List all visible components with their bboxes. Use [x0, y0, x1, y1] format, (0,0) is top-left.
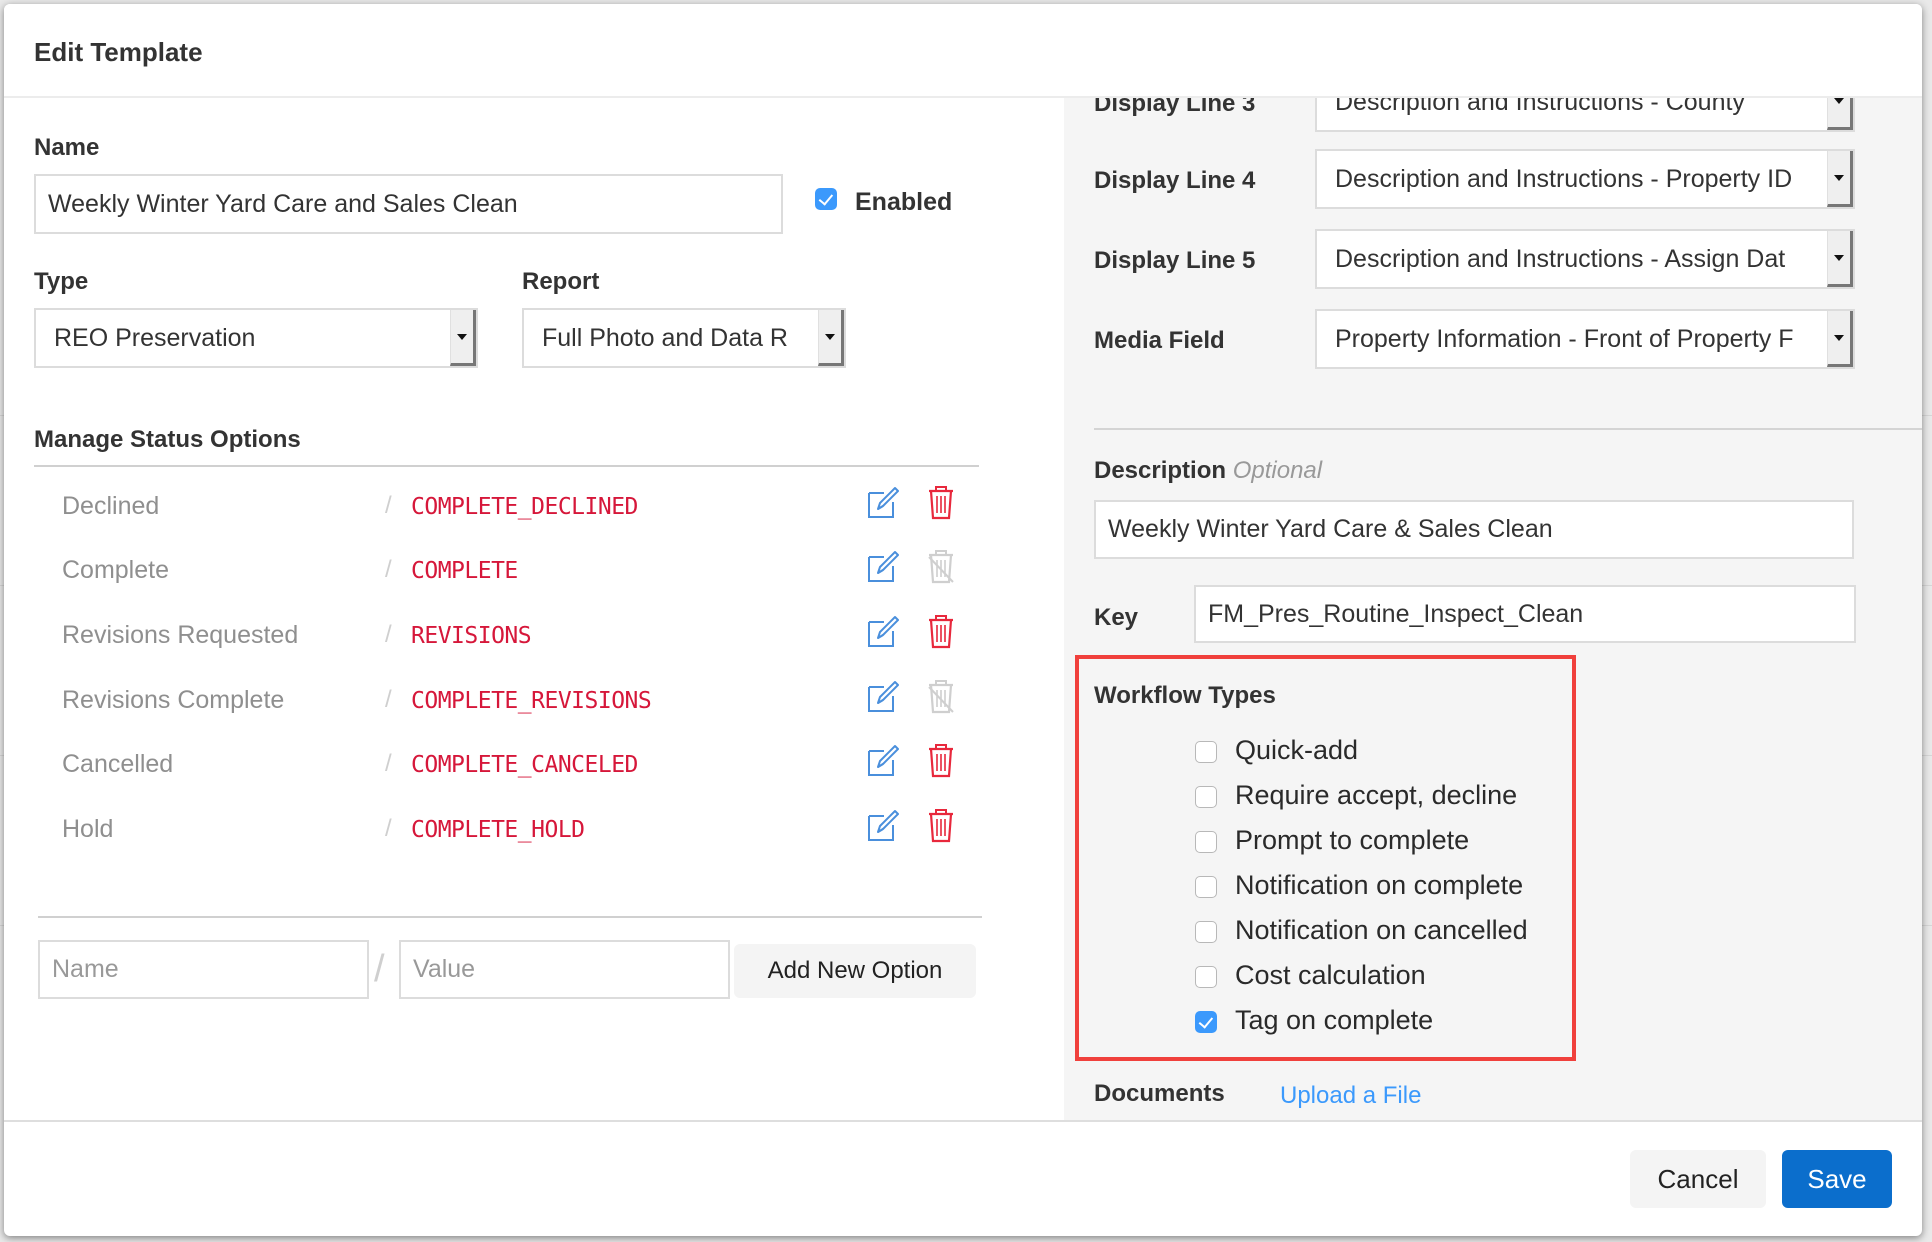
description-input[interactable]: Weekly Winter Yard Care & Sales Clean: [1094, 500, 1854, 559]
edit-icon[interactable]: [866, 807, 900, 843]
display-line-value: Description and Instructions - Assign Da…: [1335, 244, 1786, 273]
modal-title: Edit Template: [34, 37, 203, 67]
name-value: Weekly Winter Yard Care and Sales Clean: [48, 189, 518, 218]
status-option-value: COMPLETE_HOLD: [411, 817, 585, 843]
workflow-type-label: Cost calculation: [1235, 960, 1426, 990]
display-line-select[interactable]: Property Information - Front of Property…: [1315, 309, 1855, 369]
workflow-type-checkbox[interactable]: [1195, 876, 1217, 898]
workflow-type-checkbox[interactable]: [1195, 831, 1217, 853]
display-line-select[interactable]: Description and Instructions - Property …: [1315, 149, 1855, 209]
status-bottom-divider: [38, 916, 982, 918]
type-label: Type: [34, 268, 89, 295]
status-option-name: Hold: [62, 815, 114, 843]
chevron-down-icon[interactable]: [1827, 231, 1853, 287]
workflow-type-label: Prompt to complete: [1235, 825, 1470, 855]
separator-slash: /: [385, 556, 392, 583]
name-input[interactable]: Weekly Winter Yard Care and Sales Clean: [34, 174, 783, 234]
trash-icon[interactable]: [926, 613, 960, 649]
description-label-text: Description: [1094, 457, 1227, 484]
status-option-value: COMPLETE: [411, 558, 518, 584]
display-line-value: Property Information - Front of Property…: [1335, 324, 1794, 353]
workflow-type-label: Tag on complete: [1235, 1005, 1434, 1035]
status-option-name: Cancelled: [62, 750, 174, 778]
name-label: Name: [34, 134, 100, 161]
chevron-down-icon[interactable]: [1827, 151, 1853, 207]
edit-template-modal: Display Line 3 Description and Instructi…: [4, 4, 1922, 1236]
description-value: Weekly Winter Yard Care & Sales Clean: [1108, 515, 1553, 543]
right-divider: [1094, 428, 1922, 430]
description-label: Description Optional: [1094, 457, 1322, 485]
trash-icon[interactable]: [926, 807, 960, 843]
enabled-checkbox[interactable]: [815, 188, 837, 210]
edit-icon[interactable]: [866, 548, 900, 584]
status-option-value: REVISIONS: [411, 623, 532, 649]
value-placeholder: Value: [413, 955, 476, 983]
workflow-type-checkbox[interactable]: [1195, 921, 1217, 943]
separator-slash: /: [385, 750, 392, 777]
workflow-type-label: Quick-add: [1235, 735, 1359, 765]
separator-slash: /: [385, 815, 392, 842]
modal-header: Edit Template: [4, 4, 1922, 98]
display-line-value: Description and Instructions - Property …: [1335, 164, 1793, 193]
display-line-label: Display Line 5: [1094, 247, 1256, 274]
cancel-button[interactable]: Cancel: [1630, 1150, 1766, 1208]
report-select-value: Full Photo and Data R: [542, 323, 788, 352]
display-line-label: Display Line 4: [1094, 167, 1256, 194]
workflow-type-label: Notification on complete: [1235, 870, 1524, 900]
status-option-value: COMPLETE_CANCELED: [411, 752, 638, 778]
chevron-down-icon[interactable]: [818, 310, 844, 366]
workflow-type-checkbox[interactable]: [1195, 786, 1217, 808]
chevron-down-icon[interactable]: [1827, 311, 1853, 367]
separator-slash: /: [374, 948, 385, 990]
status-option-name: Complete: [62, 556, 169, 584]
status-option-value: COMPLETE_DECLINED: [411, 494, 638, 520]
workflow-type-checkbox[interactable]: [1195, 741, 1217, 763]
edit-icon[interactable]: [866, 613, 900, 649]
manage-status-title: Manage Status Options: [34, 426, 301, 453]
workflow-type-label: Notification on cancelled: [1235, 915, 1528, 945]
status-option-name: Revisions Complete: [62, 686, 285, 714]
footer-divider: [4, 1120, 1922, 1122]
new-option-name-input[interactable]: Name: [38, 940, 369, 999]
report-label: Report: [522, 268, 600, 295]
new-option-value-input[interactable]: Value: [399, 940, 730, 999]
name-placeholder: Name: [52, 955, 119, 983]
optional-hint: Optional: [1232, 457, 1323, 484]
key-label: Key: [1094, 604, 1139, 631]
enabled-label: Enabled: [855, 188, 953, 216]
workflow-type-checkbox[interactable]: [1195, 1011, 1217, 1033]
trash-disabled-icon: [926, 548, 960, 584]
separator-slash: /: [385, 492, 392, 519]
report-select[interactable]: Full Photo and Data R: [522, 308, 846, 368]
chevron-down-icon[interactable]: [450, 310, 476, 366]
status-option-name: Revisions Requested: [62, 621, 299, 649]
status-option-value: COMPLETE_REVISIONS: [411, 688, 652, 714]
type-select[interactable]: REO Preservation: [34, 308, 478, 368]
workflow-highlight-box: [1075, 655, 1576, 1061]
workflow-types-title: Workflow Types: [1094, 682, 1276, 709]
status-option-name: Declined: [62, 492, 160, 520]
documents-label: Documents: [1094, 1080, 1225, 1107]
workflow-type-label: Require accept, decline: [1235, 780, 1518, 810]
separator-slash: /: [385, 621, 392, 648]
add-new-option-button[interactable]: Add New Option: [734, 944, 976, 998]
trash-icon[interactable]: [926, 742, 960, 778]
workflow-type-checkbox[interactable]: [1195, 966, 1217, 988]
key-value: FM_Pres_Routine_Inspect_Clean: [1208, 599, 1584, 628]
save-button[interactable]: Save: [1782, 1150, 1892, 1208]
status-top-divider: [34, 465, 979, 467]
type-select-value: REO Preservation: [54, 323, 256, 352]
display-line-label: Media Field: [1094, 327, 1225, 354]
edit-icon[interactable]: [866, 742, 900, 778]
upload-file-link[interactable]: Upload a File: [1280, 1082, 1421, 1110]
trash-disabled-icon: [926, 678, 960, 714]
display-line-select[interactable]: Description and Instructions - Assign Da…: [1315, 229, 1855, 289]
edit-icon[interactable]: [866, 678, 900, 714]
key-input[interactable]: FM_Pres_Routine_Inspect_Clean: [1194, 585, 1856, 643]
edit-icon[interactable]: [866, 484, 900, 520]
separator-slash: /: [385, 686, 392, 713]
trash-icon[interactable]: [926, 484, 960, 520]
